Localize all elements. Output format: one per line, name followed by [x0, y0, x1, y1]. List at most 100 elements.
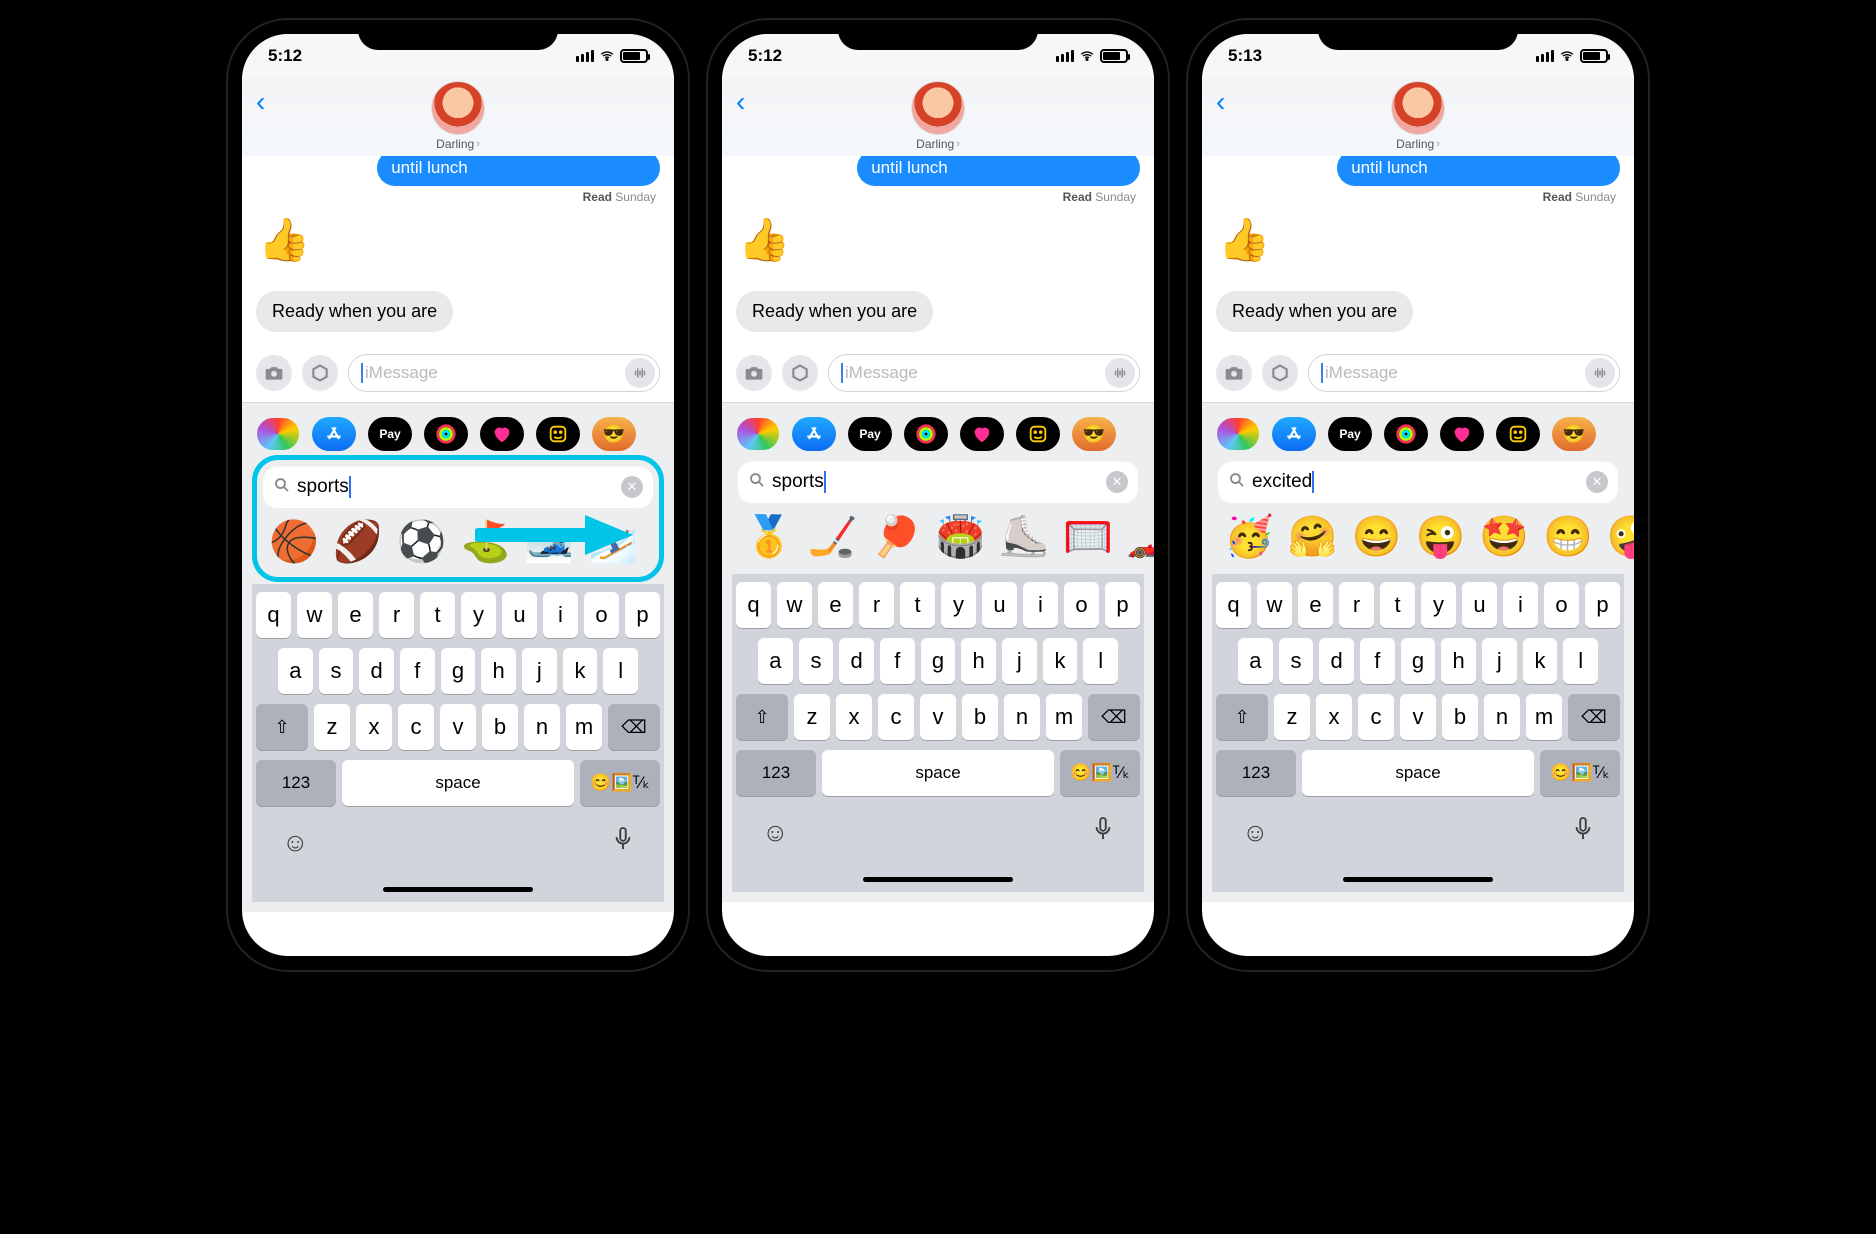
emoji-result[interactable]: ⛷️	[588, 518, 638, 565]
emoji-search-input[interactable]: sports ✕	[738, 461, 1138, 503]
key-u[interactable]: u	[982, 582, 1017, 628]
key-n[interactable]: n	[524, 704, 560, 750]
key-v[interactable]: v	[920, 694, 956, 740]
key-c[interactable]: c	[878, 694, 914, 740]
fitness-app-icon[interactable]	[1384, 417, 1428, 451]
key-f[interactable]: f	[880, 638, 915, 684]
photos-app-icon[interactable]	[1216, 417, 1260, 451]
key-y[interactable]: y	[461, 592, 496, 638]
key-h[interactable]: h	[961, 638, 996, 684]
key-s[interactable]: s	[1279, 638, 1314, 684]
key-r[interactable]: r	[1339, 582, 1374, 628]
emoji-result[interactable]: 🥳	[1224, 513, 1274, 560]
key-g[interactable]: g	[441, 648, 476, 694]
emoji-keyboard-button[interactable]: ☺	[1242, 817, 1269, 848]
key-t[interactable]: t	[420, 592, 455, 638]
key-e[interactable]: e	[338, 592, 373, 638]
contact-info[interactable]: Darling›	[1391, 81, 1445, 151]
key-b[interactable]: b	[962, 694, 998, 740]
key-z[interactable]: z	[794, 694, 830, 740]
key-k[interactable]: k	[563, 648, 598, 694]
key-r[interactable]: r	[859, 582, 894, 628]
emoji-result[interactable]: 🤩	[1479, 513, 1529, 560]
home-indicator[interactable]	[383, 887, 533, 892]
emoji-result[interactable]: 🏈	[333, 518, 383, 565]
key-a[interactable]: a	[278, 648, 313, 694]
key-a[interactable]: a	[758, 638, 793, 684]
key-f[interactable]: f	[1360, 638, 1395, 684]
symbols-key[interactable]: 😊🖼️ᵀ⁄ₖ	[1540, 750, 1620, 796]
emoji-result[interactable]: 🏎️	[1127, 513, 1154, 560]
imessage-apps[interactable]: Pay 😎	[732, 417, 1144, 461]
clear-search-button[interactable]: ✕	[621, 476, 643, 498]
voice-message-button[interactable]	[1585, 358, 1615, 388]
camera-button[interactable]	[1216, 355, 1252, 391]
dictation-button[interactable]	[612, 826, 634, 859]
key-l[interactable]: l	[1563, 638, 1598, 684]
key-v[interactable]: v	[1400, 694, 1436, 740]
photos-app-icon[interactable]	[736, 417, 780, 451]
key-j[interactable]: j	[522, 648, 557, 694]
key-i[interactable]: i	[543, 592, 578, 638]
memoji-app-icon[interactable]: 😎	[592, 417, 636, 451]
key-w[interactable]: w	[1257, 582, 1292, 628]
key-l[interactable]: l	[1083, 638, 1118, 684]
emoji-result[interactable]: 🤗	[1288, 513, 1338, 560]
back-button[interactable]: ‹	[256, 86, 265, 118]
numbers-key[interactable]: 123	[736, 750, 816, 796]
key-h[interactable]: h	[1441, 638, 1476, 684]
space-key[interactable]: space	[822, 750, 1054, 796]
key-d[interactable]: d	[1319, 638, 1354, 684]
contact-info[interactable]: Darling›	[911, 81, 965, 151]
emoji-result[interactable]: ⛸️	[999, 513, 1049, 560]
key-x[interactable]: x	[356, 704, 392, 750]
emoji-result[interactable]: 🥇	[744, 513, 794, 560]
key-d[interactable]: d	[839, 638, 874, 684]
backspace-key[interactable]: ⌫	[1088, 694, 1140, 740]
key-q[interactable]: q	[256, 592, 291, 638]
key-o[interactable]: o	[584, 592, 619, 638]
key-w[interactable]: w	[297, 592, 332, 638]
key-d[interactable]: d	[359, 648, 394, 694]
home-indicator[interactable]	[863, 877, 1013, 882]
emoji-keyboard-button[interactable]: ☺	[762, 817, 789, 848]
key-n[interactable]: n	[1484, 694, 1520, 740]
key-h[interactable]: h	[481, 648, 516, 694]
clips-app-icon[interactable]	[1016, 417, 1060, 451]
emoji-search-input[interactable]: excited ✕	[1218, 461, 1618, 503]
numbers-key[interactable]: 123	[1216, 750, 1296, 796]
app-drawer-button[interactable]	[782, 355, 818, 391]
key-o[interactable]: o	[1064, 582, 1099, 628]
key-r[interactable]: r	[379, 592, 414, 638]
space-key[interactable]: space	[1302, 750, 1534, 796]
emoji-result[interactable]: 🎿	[524, 518, 574, 565]
emoji-result[interactable]: 🥅	[1063, 513, 1113, 560]
dictation-button[interactable]	[1092, 816, 1114, 849]
appstore-app-icon[interactable]	[1272, 417, 1316, 451]
key-k[interactable]: k	[1043, 638, 1078, 684]
key-o[interactable]: o	[1544, 582, 1579, 628]
emoji-result[interactable]: 😄	[1352, 513, 1402, 560]
symbols-key[interactable]: 😊🖼️ᵀ⁄ₖ	[580, 760, 660, 806]
voice-message-button[interactable]	[1105, 358, 1135, 388]
emoji-result[interactable]: 😁	[1543, 513, 1593, 560]
key-j[interactable]: j	[1002, 638, 1037, 684]
contact-info[interactable]: Darling›	[431, 81, 485, 151]
backspace-key[interactable]: ⌫	[608, 704, 660, 750]
app-drawer-button[interactable]	[302, 355, 338, 391]
key-y[interactable]: y	[941, 582, 976, 628]
camera-button[interactable]	[736, 355, 772, 391]
heart-app-icon[interactable]	[1440, 417, 1484, 451]
shift-key[interactable]: ⇧	[256, 704, 308, 750]
key-p[interactable]: p	[1585, 582, 1620, 628]
emoji-result[interactable]: ⚽	[397, 518, 447, 565]
clear-search-button[interactable]: ✕	[1586, 471, 1608, 493]
emoji-keyboard-button[interactable]: ☺	[282, 827, 309, 858]
appstore-app-icon[interactable]	[792, 417, 836, 451]
key-b[interactable]: b	[482, 704, 518, 750]
emoji-result[interactable]: 🏓	[872, 513, 922, 560]
key-y[interactable]: y	[1421, 582, 1456, 628]
key-l[interactable]: l	[603, 648, 638, 694]
key-e[interactable]: e	[818, 582, 853, 628]
key-m[interactable]: m	[1526, 694, 1562, 740]
